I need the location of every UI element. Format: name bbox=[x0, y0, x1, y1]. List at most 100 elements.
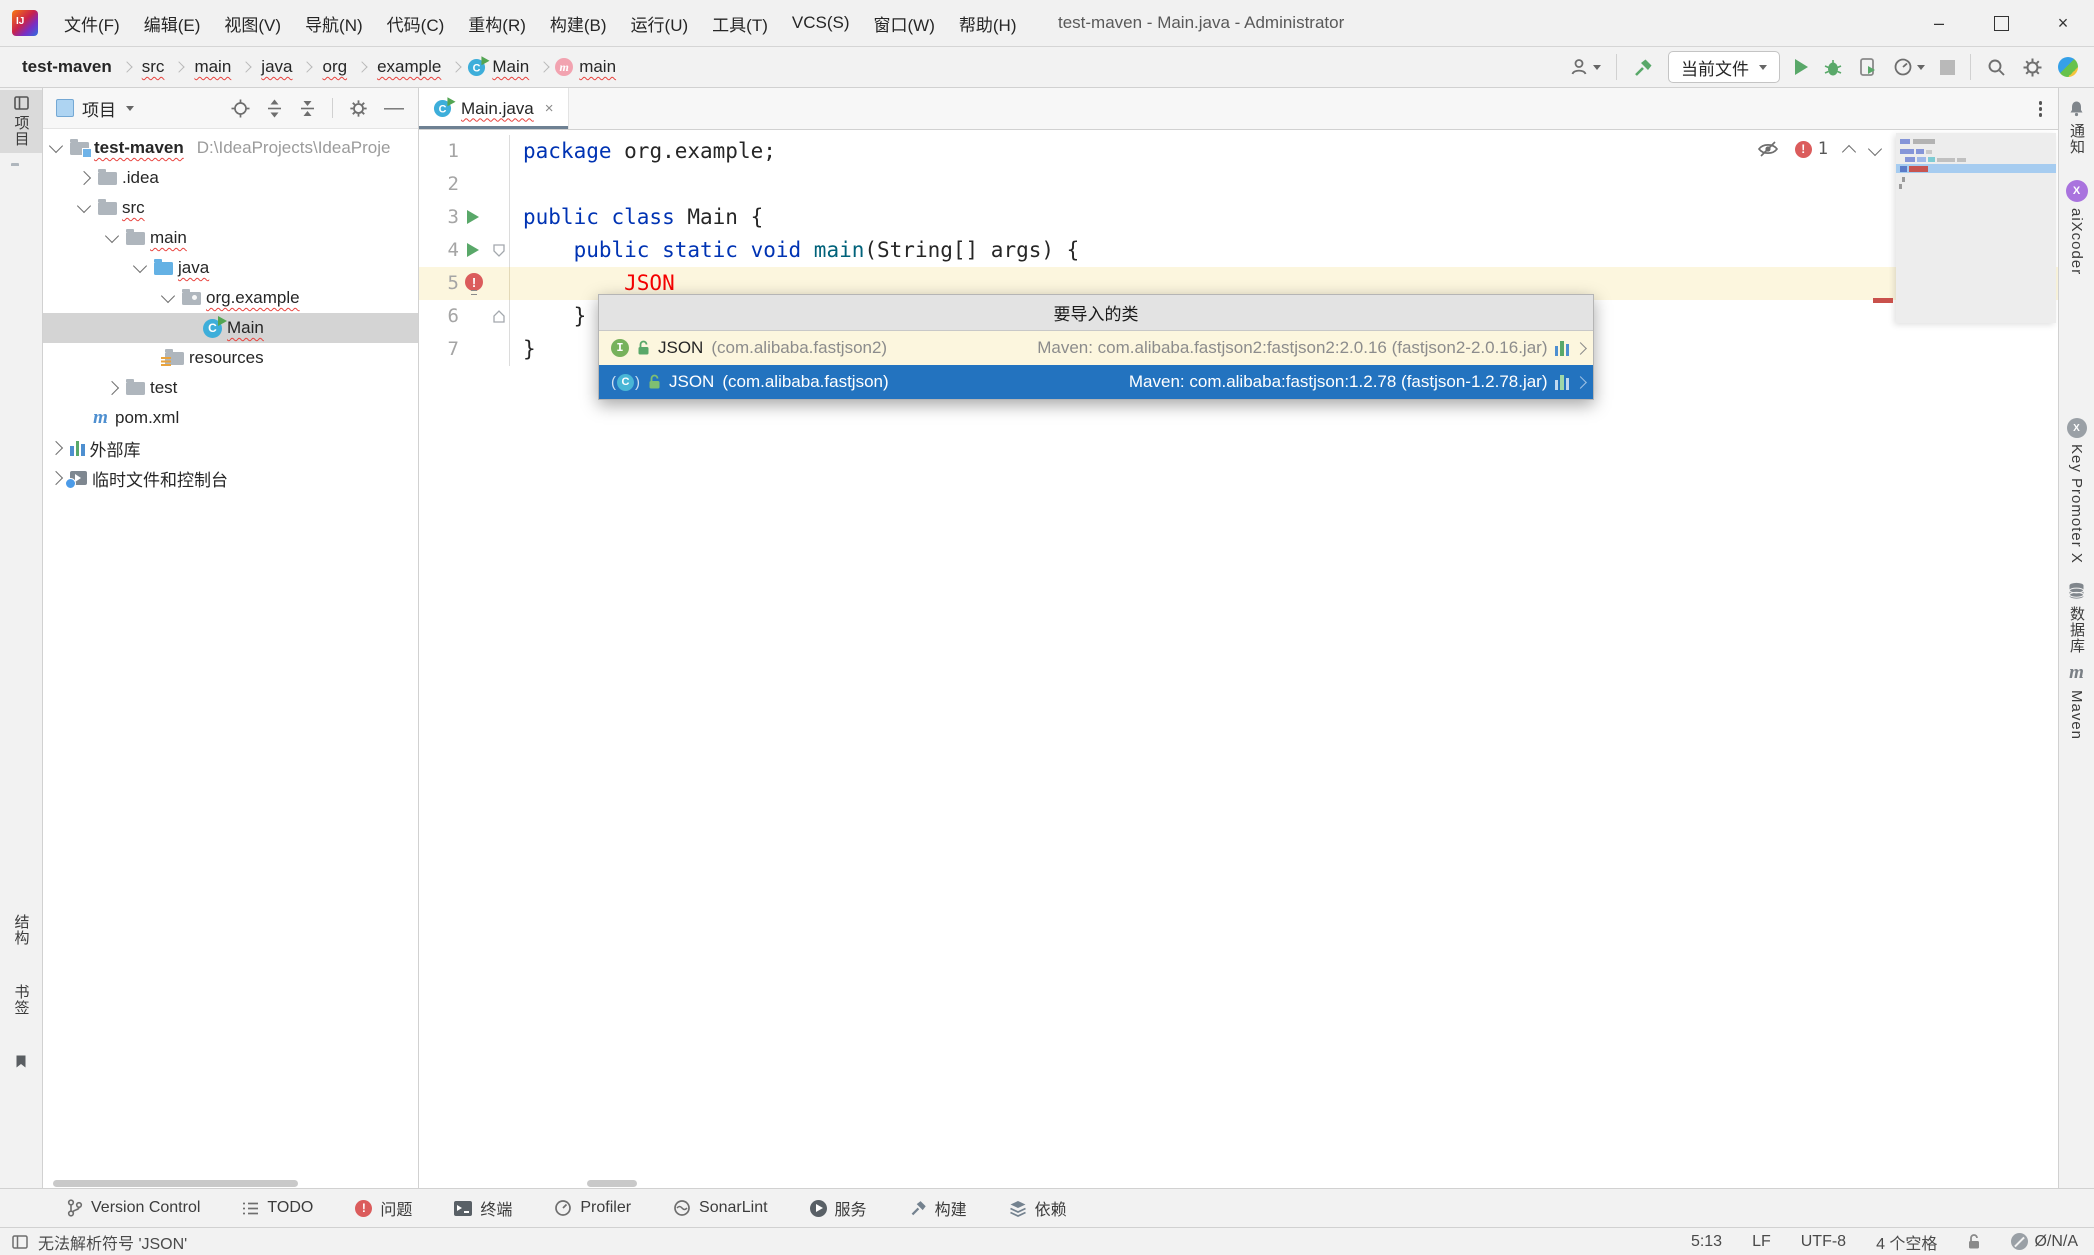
close-button[interactable]: × bbox=[2032, 0, 2094, 46]
tool-button-todo[interactable]: TODO bbox=[242, 1199, 313, 1217]
breadcrumb-example[interactable]: example bbox=[373, 55, 445, 79]
unlock-icon[interactable] bbox=[1967, 1233, 1981, 1250]
settings-gear-icon[interactable] bbox=[2022, 57, 2043, 78]
tree-row-org-example[interactable]: org.example bbox=[43, 283, 418, 313]
stop-button[interactable] bbox=[1940, 60, 1955, 75]
tree-row-pom[interactable]: pom.xml bbox=[43, 403, 418, 433]
chevron-expanded-icon[interactable] bbox=[49, 139, 63, 153]
fold-marker-icon[interactable] bbox=[493, 310, 505, 323]
tool-button-key-promoter[interactable]: Key Promoter X bbox=[2059, 418, 2094, 564]
tool-button-services[interactable]: 服务 bbox=[810, 1196, 867, 1220]
collapse-all-icon[interactable] bbox=[299, 99, 316, 118]
error-stripe-mark[interactable] bbox=[1873, 298, 1893, 303]
menu-refactor[interactable]: 重构(R) bbox=[456, 0, 538, 46]
tool-button-sonarlint[interactable]: SonarLint bbox=[673, 1199, 768, 1217]
panel-settings-gear-icon[interactable] bbox=[349, 99, 368, 118]
layout-icon[interactable] bbox=[12, 1235, 28, 1249]
tree-row-test-maven[interactable]: test-maven D:\IdeaProjects\IdeaProje bbox=[43, 133, 418, 163]
code-area[interactable]: 1 package org.example; 2 3 public class … bbox=[419, 130, 2058, 1189]
minimize-button[interactable]: – bbox=[1908, 0, 1970, 46]
breadcrumb-src[interactable]: src bbox=[138, 55, 169, 79]
tree-row-scratches[interactable]: 临时文件和控制台 bbox=[43, 463, 418, 493]
menu-file[interactable]: 文件(F) bbox=[52, 0, 132, 46]
run-button[interactable] bbox=[1795, 59, 1808, 75]
run-class-icon[interactable] bbox=[467, 210, 479, 224]
profiler-button[interactable] bbox=[1893, 57, 1925, 77]
menu-vcs[interactable]: VCS(S) bbox=[780, 0, 862, 46]
menu-help[interactable]: 帮助(H) bbox=[947, 0, 1029, 46]
run-configuration-select[interactable]: 当前文件 bbox=[1668, 51, 1780, 83]
tool-button-version-control[interactable]: Version Control bbox=[66, 1199, 200, 1217]
indent-setting[interactable]: 4 个空格 bbox=[1876, 1230, 1937, 1254]
tab-main-java[interactable]: Main.java × bbox=[419, 88, 569, 129]
search-everywhere-button[interactable] bbox=[1986, 57, 2007, 78]
chevron-expanded-icon[interactable] bbox=[77, 199, 91, 213]
expand-all-icon[interactable] bbox=[266, 99, 283, 118]
chevron-expanded-icon[interactable] bbox=[105, 229, 119, 243]
tool-button-structure[interactable]: 结构 bbox=[11, 914, 32, 946]
hide-panel-icon[interactable]: — bbox=[384, 103, 404, 113]
tree-row-test[interactable]: test bbox=[43, 373, 418, 403]
tree-row-src[interactable]: src bbox=[43, 193, 418, 223]
tool-button-profiler[interactable]: Profiler bbox=[554, 1199, 631, 1217]
tree-row-idea[interactable]: .idea bbox=[43, 163, 418, 193]
error-bulb-icon[interactable] bbox=[465, 273, 483, 291]
user-profile-button[interactable] bbox=[1569, 57, 1601, 77]
error-count-widget[interactable]: 1 bbox=[1795, 139, 1828, 159]
tool-button-dependencies[interactable]: 依赖 bbox=[1009, 1196, 1067, 1220]
next-error-icon[interactable] bbox=[1868, 142, 1882, 156]
tool-button-terminal[interactable]: 终端 bbox=[454, 1196, 512, 1220]
tree-row-external-libraries[interactable]: 外部库 bbox=[43, 433, 418, 463]
breadcrumb-class-main[interactable]: Main bbox=[488, 55, 533, 79]
run-method-icon[interactable] bbox=[467, 243, 479, 257]
tool-button-database[interactable]: 数据库 bbox=[2059, 582, 2094, 654]
chevron-collapsed-icon[interactable] bbox=[49, 441, 63, 455]
caret-position[interactable]: 5:13 bbox=[1691, 1233, 1722, 1251]
tree-row-main[interactable]: main bbox=[43, 223, 418, 253]
maximize-button[interactable] bbox=[1970, 0, 2032, 46]
tool-button-notifications[interactable]: 通知 bbox=[2059, 100, 2094, 155]
chevron-collapsed-icon[interactable] bbox=[77, 171, 91, 185]
fold-marker-icon[interactable] bbox=[493, 244, 505, 257]
menu-window[interactable]: 窗口(W) bbox=[862, 0, 947, 46]
breadcrumb-org[interactable]: org bbox=[318, 55, 351, 79]
locate-file-icon[interactable] bbox=[231, 99, 250, 118]
menu-view[interactable]: 视图(V) bbox=[212, 0, 293, 46]
menu-navigate[interactable]: 导航(N) bbox=[293, 0, 375, 46]
menu-edit[interactable]: 编辑(E) bbox=[132, 0, 213, 46]
coverage-button[interactable] bbox=[1858, 57, 1878, 77]
chevron-collapsed-icon[interactable] bbox=[105, 381, 119, 395]
import-option-fastjson2[interactable]: JSON (com.alibaba.fastjson2) Maven: com.… bbox=[599, 331, 1593, 365]
build-hammer-icon[interactable] bbox=[1632, 57, 1653, 78]
tree-row-main-class[interactable]: Main bbox=[43, 313, 418, 343]
code-minimap[interactable] bbox=[1896, 133, 2056, 323]
breadcrumb-project[interactable]: test-maven bbox=[18, 55, 116, 79]
line-separator[interactable]: LF bbox=[1752, 1233, 1771, 1251]
menu-run[interactable]: 运行(U) bbox=[619, 0, 701, 46]
close-tab-icon[interactable]: × bbox=[545, 100, 554, 117]
memory-indicator[interactable]: Ø/N/A bbox=[2011, 1233, 2078, 1251]
tool-button-maven[interactable]: Maven bbox=[2059, 662, 2094, 740]
tree-row-java[interactable]: java bbox=[43, 253, 418, 283]
previous-error-icon[interactable] bbox=[1842, 144, 1856, 158]
bookmark-icon[interactable] bbox=[15, 1054, 27, 1069]
breadcrumb-java[interactable]: java bbox=[257, 55, 296, 79]
highlighting-off-eye-icon[interactable] bbox=[1757, 140, 1779, 158]
tool-button-problems[interactable]: 问题 bbox=[355, 1196, 412, 1220]
tool-button-build[interactable]: 构建 bbox=[909, 1196, 967, 1220]
chevron-collapsed-icon[interactable] bbox=[49, 471, 63, 485]
chevron-expanded-icon[interactable] bbox=[161, 289, 175, 303]
project-panel-title[interactable]: 项目 bbox=[82, 96, 116, 121]
breadcrumb-main[interactable]: main bbox=[190, 55, 235, 79]
editor-horizontal-scrollbar[interactable] bbox=[587, 1180, 637, 1187]
menu-tools[interactable]: 工具(T) bbox=[700, 0, 780, 46]
plugin-ball-icon[interactable] bbox=[2058, 57, 2078, 77]
more-options-icon[interactable] bbox=[2039, 101, 2043, 105]
import-option-fastjson-selected[interactable]: () JSON (com.alibaba.fastjson) Maven: co… bbox=[599, 365, 1593, 399]
tree-row-resources[interactable]: resources bbox=[43, 343, 418, 373]
chevron-down-icon[interactable] bbox=[126, 106, 134, 111]
breadcrumb-method-main[interactable]: main bbox=[575, 55, 620, 79]
tool-button-aixcoder[interactable]: aiXcoder bbox=[2059, 180, 2094, 275]
horizontal-scrollbar[interactable] bbox=[53, 1180, 298, 1187]
menu-code[interactable]: 代码(C) bbox=[375, 0, 457, 46]
